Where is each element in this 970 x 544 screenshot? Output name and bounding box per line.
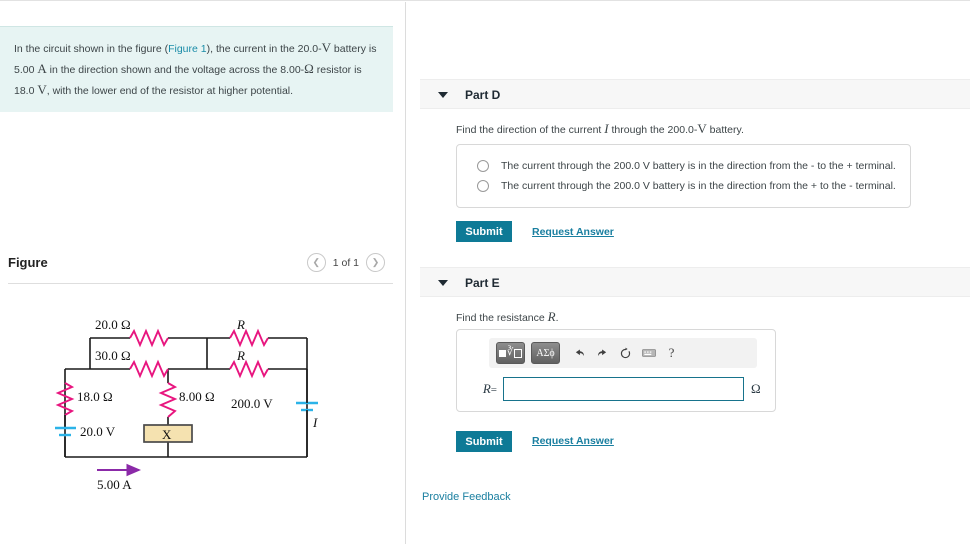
- problem-text-b: battery is: [330, 43, 377, 55]
- label-resistor-30-ohm: 30.0 Ω: [95, 348, 131, 363]
- caret-down-icon[interactable]: [438, 92, 448, 98]
- label-current-i: I: [312, 415, 318, 430]
- choice-option-1[interactable]: The current through the 200.0 V battery …: [457, 156, 910, 176]
- part-e-submit-button[interactable]: Submit: [456, 431, 512, 452]
- help-button[interactable]: ?: [663, 344, 680, 362]
- part-d-choice-group: The current through the 200.0 V battery …: [456, 144, 911, 208]
- problem-line3-b: , with the lower end of the resistor at …: [46, 85, 294, 98]
- circuit-figure: 20.0 Ω R 30.0 Ω R 18.0 Ω 8.00 Ω 20.0 V 2…: [54, 305, 355, 495]
- part-e-prompt-variable: R: [547, 309, 556, 324]
- part-d-request-answer-link[interactable]: Request Answer: [532, 226, 614, 238]
- problem-statement-box: In the circuit shown in the figure (Figu…: [0, 26, 393, 113]
- resistor-20-ohm-symbol: [129, 328, 169, 348]
- label-battery-200v: 200.0 V: [231, 396, 273, 411]
- label-resistor-18-ohm: 18.0 Ω: [77, 389, 113, 404]
- answer-variable: R: [482, 381, 491, 396]
- answer-variable-label: R=: [469, 381, 497, 397]
- sqrt-glyph: ∛: [506, 347, 514, 358]
- label-resistor-r-top: R: [236, 317, 245, 332]
- choice-label-1: The current through the 200.0 V battery …: [501, 160, 896, 172]
- resistor-8-ohm-symbol: [158, 382, 178, 418]
- radio-button-1[interactable]: [477, 160, 489, 172]
- label-component-x: X: [162, 427, 172, 442]
- part-e-request-answer-link[interactable]: Request Answer: [532, 435, 614, 447]
- problem-text-lead: In the circuit shown in the figure (: [14, 43, 169, 55]
- reset-icon[interactable]: [617, 344, 634, 362]
- figure-title: Figure: [8, 255, 48, 270]
- answer-equals-sign: =: [490, 384, 497, 396]
- problem-line2-b: in the direction shown and the voltage a…: [46, 64, 305, 77]
- resistor-r-top-symbol: [229, 328, 269, 348]
- part-e-answer-widget: ∛ ΑΣϕ ? R= Ω: [456, 329, 776, 412]
- label-resistor-20-ohm: 20.0 Ω: [95, 317, 131, 332]
- template-square-glyph: [498, 349, 506, 357]
- part-d-prompt-unit: V: [697, 121, 707, 136]
- resistor-r-mid-symbol: [229, 359, 269, 379]
- choice-option-2[interactable]: The current through the 200.0 V battery …: [457, 176, 910, 196]
- problem-statement-text: In the circuit shown in the figure (Figu…: [14, 37, 379, 100]
- figure-reference-link[interactable]: Figure 1: [168, 43, 207, 55]
- chevron-left-icon[interactable]: ❮: [306, 253, 326, 272]
- choice-label-2: The current through the 200.0 V battery …: [501, 180, 896, 192]
- keyboard-icon[interactable]: [640, 344, 657, 362]
- figure-counter: 1 of 1: [332, 256, 359, 269]
- right-pane: Part D Find the direction of the current…: [406, 0, 970, 544]
- part-d-submit-button[interactable]: Submit: [456, 221, 512, 242]
- answer-unit-label: Ω: [751, 381, 761, 396]
- part-d-prompt: Find the direction of the current I thro…: [456, 121, 744, 137]
- label-current-5a: 5.00 A: [97, 477, 132, 492]
- resistance-answer-input[interactable]: [503, 377, 744, 401]
- resistor-30-ohm-symbol: [129, 359, 169, 379]
- figure-navigation: ❮ 1 of 1 ❯: [306, 253, 385, 272]
- problem-line2-c: resistor is: [313, 64, 362, 77]
- radio-button-2[interactable]: [477, 180, 489, 192]
- part-d-prompt-a: Find the direction of the current: [456, 124, 605, 136]
- part-e-prompt-a: Find the resistance: [456, 312, 548, 324]
- circuit-diagram-svg: 20.0 Ω R 30.0 Ω R 18.0 Ω 8.00 Ω 20.0 V 2…: [54, 317, 318, 492]
- label-resistor-8-ohm: 8.00 Ω: [179, 389, 215, 404]
- greek-symbols-button[interactable]: ΑΣϕ: [531, 342, 560, 364]
- left-pane: In the circuit shown in the figure (Figu…: [0, 0, 405, 544]
- part-d-label: Part D: [465, 88, 501, 102]
- template-icon[interactable]: ∛: [496, 342, 525, 364]
- undo-icon[interactable]: [571, 344, 588, 362]
- figure-header-divider: [8, 283, 393, 284]
- part-e-prompt-c: .: [555, 312, 559, 324]
- part-d-header[interactable]: Part D: [420, 79, 970, 109]
- provide-feedback-link[interactable]: Provide Feedback: [422, 491, 511, 503]
- part-e-label: Part E: [465, 276, 500, 290]
- part-e-prompt: Find the resistance R.: [456, 309, 559, 325]
- label-resistor-r-mid: R: [236, 348, 245, 363]
- unit-volt-1: V: [321, 40, 331, 55]
- math-toolbar: ∛ ΑΣϕ ?: [489, 338, 757, 368]
- problem-line2-a: 5.00: [14, 64, 38, 77]
- chevron-right-icon[interactable]: ❯: [366, 253, 385, 272]
- label-battery-20v: 20.0 V: [80, 424, 116, 439]
- problem-line3-a: 18.0: [14, 85, 38, 98]
- unit-ampere: A: [37, 61, 47, 77]
- part-d-prompt-c: battery.: [706, 124, 744, 136]
- unit-volt-2: V: [37, 82, 47, 98]
- caret-down-icon[interactable]: [438, 280, 448, 286]
- answer-input-row: R= Ω: [467, 377, 765, 401]
- unit-ohm-1: Ω: [304, 61, 314, 77]
- figure-header: Figure ❮ 1 of 1 ❯: [8, 253, 393, 279]
- redo-icon[interactable]: [594, 344, 611, 362]
- template-box-glyph: [514, 348, 523, 358]
- part-e-header[interactable]: Part E: [420, 267, 970, 297]
- problem-text-a: ), the current in the 20.0-: [206, 43, 322, 55]
- part-d-prompt-b: through the 200.0-: [608, 124, 698, 136]
